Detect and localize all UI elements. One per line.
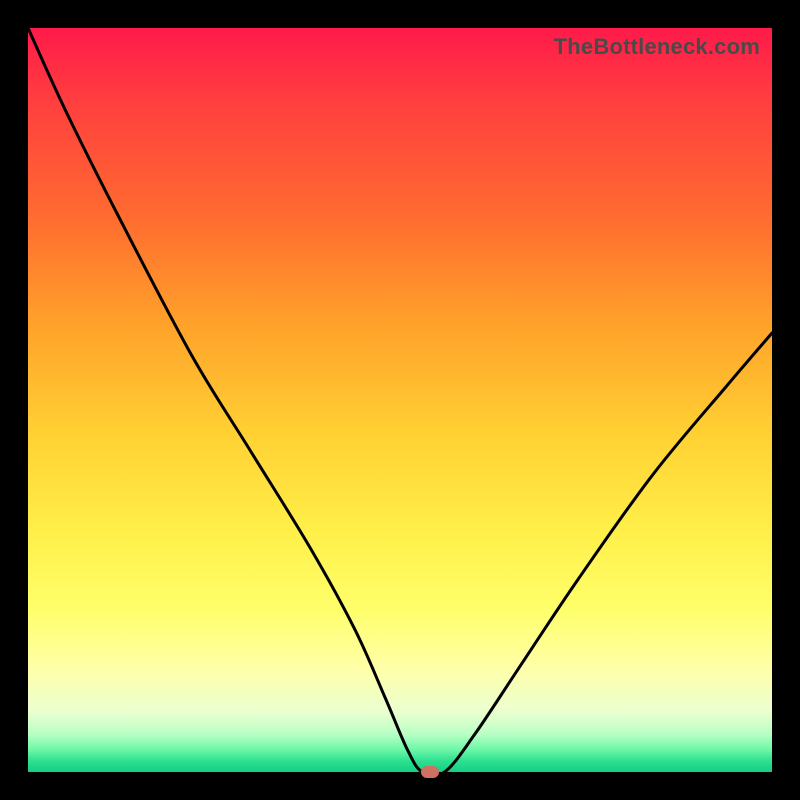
chart-frame: TheBottleneck.com [0,0,800,800]
plot-area: TheBottleneck.com [28,28,772,772]
bottleneck-curve [28,28,772,772]
optimal-point-marker [421,766,439,778]
